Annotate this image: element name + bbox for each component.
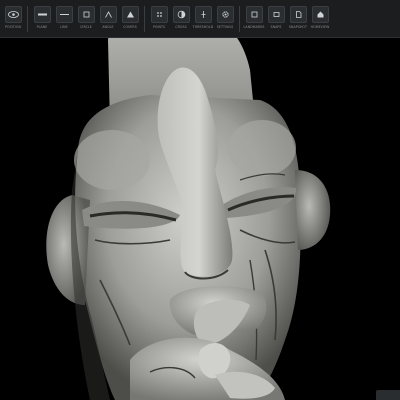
tool-homeview[interactable]: HOMEVIEW [309,2,331,36]
snapshot-icon [289,5,307,23]
tool-plane[interactable]: PLANE [31,2,53,36]
tool-label: CIRCLE [80,24,92,29]
home-icon [311,5,329,23]
tool-label: LANDMARKS [243,24,265,29]
tool-label: PLANE [36,24,48,29]
threshold-icon [194,5,212,23]
tool-label: COVERS [123,24,137,29]
tool-snapshot[interactable]: SNAPSHOT [287,2,309,36]
angle-icon [99,5,117,23]
divider [144,5,145,32]
tool-label: ANGLE [102,24,114,29]
tool-position[interactable]: POSITION [2,2,24,36]
tool-settings[interactable]: SETTINGS [214,2,236,36]
divider [27,5,28,32]
divider [239,5,240,32]
tool-label: POINTS [152,24,166,29]
toolbar: POSITION PLANE LINE CIRCLE ANGLE COVERS [0,0,400,38]
tool-label: HOMEVIEW [310,24,330,29]
tool-label: SETTINGS [216,24,234,29]
tool-circle[interactable]: CIRCLE [75,2,97,36]
square-icon [245,5,263,23]
line-icon [55,5,73,23]
tool-line[interactable]: LINE [53,2,75,36]
tool-label: CROSS [175,24,187,29]
contrast-icon [172,5,190,23]
tool-cross[interactable]: CROSS [170,2,192,36]
status-corner [376,390,400,400]
triangle-icon [121,5,139,23]
tool-label: POSITION [5,24,21,29]
dots-icon [150,5,168,23]
tool-landmarks[interactable]: LANDMARKS [243,2,265,36]
tool-snaps[interactable]: SNAPS [265,2,287,36]
tool-label: LINE [60,24,68,29]
tool-threshold[interactable]: THRESHOLD [192,2,214,36]
gear-icon [216,5,234,23]
tool-angle[interactable]: ANGLE [97,2,119,36]
eye-icon [4,5,22,23]
rendered-model [46,38,331,400]
tool-label: SNAPSHOT [288,24,308,29]
circle-icon [77,5,95,23]
3d-viewport[interactable] [0,38,400,400]
tool-label: THRESHOLD [192,24,214,29]
snap-icon [267,5,285,23]
tool-label: SNAPS [270,24,282,29]
tool-covers[interactable]: COVERS [119,2,141,36]
plane-icon [33,5,51,23]
tool-points[interactable]: POINTS [148,2,170,36]
